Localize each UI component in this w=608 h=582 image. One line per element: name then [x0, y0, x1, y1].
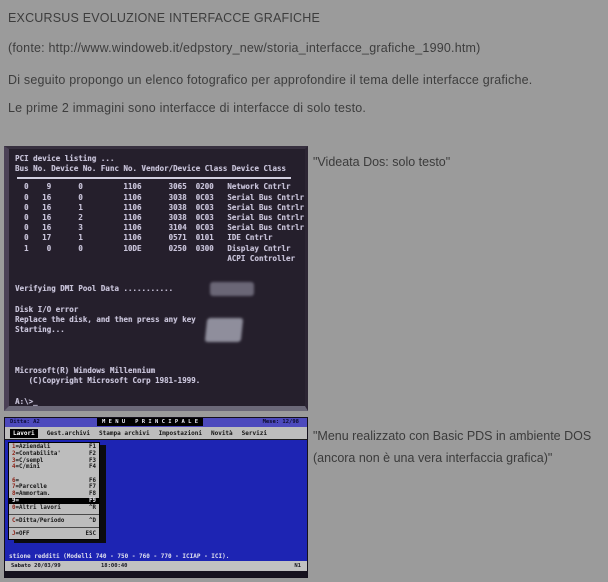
dos-text-line: (C)Copyright Microsoft Corp 1981-1999.: [15, 376, 305, 386]
pci-table-row: 0 16 3 1106 3104 0C03 Serial Bus Cntrlr: [15, 223, 305, 233]
lavori-dropdown-menu: 1=AziendaliF1 2=Contabilita'F2 3=C/sempl…: [8, 442, 100, 540]
dos-text-line: Starting...: [15, 325, 305, 335]
pci-table-row: 0 17 1 1106 0571 0101 IDE Cntrlr: [15, 233, 305, 243]
dropdown-menu-item: 6=F6: [9, 477, 99, 484]
dos-text-line: Verifying DMI Pool Data ...........: [15, 284, 305, 294]
menubar-item: Lavori: [10, 429, 38, 438]
menubar-item: Gest.archivi: [47, 430, 90, 437]
pds-statusbar: Sabato 20/03/99 18:00:40 N1: [5, 561, 307, 571]
dropdown-menu-item: 8=Ammortam.F8: [9, 491, 99, 498]
menubar-item: Impostazioni: [159, 430, 202, 437]
dropdown-menu-item: J=OFFESC: [9, 531, 99, 538]
dropdown-menu-item: 1=AziendaliF1: [9, 444, 99, 451]
status-date: Sabato 20/03/99: [11, 563, 61, 569]
source-line: (fonte: http://www.windoweb.it/edpstory_…: [8, 41, 481, 55]
document-page: EXCURSUS EVOLUZIONE INTERFACCE GRAFICHE …: [0, 0, 608, 582]
pds-blue-screen: 1=AziendaliF1 2=Contabilita'F2 3=C/sempl…: [5, 440, 307, 561]
menubar-item: Stampa archivi: [99, 430, 150, 437]
selected-item-description: stione redditi (Modelli 740 - 750 - 760 …: [9, 553, 229, 560]
pci-table-row: 0 16 1 1106 3038 0C03 Serial Bus Cntrlr: [15, 203, 305, 213]
pci-table-row: 0 9 0 1106 3065 0200 Network Cntrlr: [15, 182, 305, 192]
dropdown-menu-item: 3=C/semplF3: [9, 457, 99, 464]
dos-text-line: Microsoft(R) Windows Millennium: [15, 366, 305, 376]
menu-principale-title: M E N U P R I N C I P A L E: [97, 418, 203, 426]
dos-text-line: [15, 264, 305, 274]
dropdown-menu-item: C=Ditta/Periodo^D: [9, 518, 99, 525]
dropdown-menu-item: 4=C/miniF4: [9, 464, 99, 471]
dos-text-line: [15, 386, 305, 396]
menubar-item: Servizi: [242, 430, 267, 437]
status-indicator: N1: [294, 563, 301, 569]
pci-listing-title: PCI device listing ...: [15, 154, 305, 164]
dos-text-line: [15, 356, 305, 366]
pds-caption-line1: "Menu realizzato con Basic PDS in ambien…: [313, 429, 591, 443]
dropdown-menu-item: 9=F9: [9, 498, 99, 505]
dos-text-line: [15, 274, 305, 284]
pds-menubar: Lavori Gest.archivi Stampa archivi Impos…: [5, 427, 307, 440]
screen-reflection: [205, 318, 244, 342]
dos-text-line: [15, 346, 305, 356]
month-label: Mese: 12/98: [263, 419, 299, 425]
page-title: EXCURSUS EVOLUZIONE INTERFACCE GRAFICHE: [8, 11, 320, 25]
pci-header-divider: [15, 174, 305, 182]
dos-text-line: Disk I/O error: [15, 305, 305, 315]
note-line: Le prime 2 immagini sono interfacce di i…: [8, 101, 366, 115]
company-label: Ditta: A2: [10, 419, 40, 425]
menubar-item: Novità: [211, 430, 233, 437]
screen-bottom-edge: [5, 571, 307, 577]
dos-screenshot-image: PCI device listing ... Bus No. Device No…: [4, 146, 308, 411]
pds-menu-screenshot-image: Ditta: A2 M E N U P R I N C I P A L E Me…: [4, 417, 308, 578]
status-time: 18:00:40: [101, 563, 128, 569]
dropdown-menu-item: 7=ParcelleF7: [9, 484, 99, 491]
pds-titlebar: Ditta: A2 M E N U P R I N C I P A L E Me…: [5, 418, 307, 427]
dos-caption: "Videata Dos: solo testo": [313, 155, 450, 169]
dos-boot-lines: Verifying DMI Pool Data ........... Disk…: [15, 264, 305, 407]
dropdown-menu-item: 2=Contabilita'F2: [9, 451, 99, 458]
dos-screen: PCI device listing ... Bus No. Device No…: [9, 149, 305, 406]
dos-text-line: [15, 295, 305, 305]
dropdown-menu-item: [9, 524, 99, 531]
dos-text-line: [15, 335, 305, 345]
dropdown-menu-item: [9, 511, 99, 518]
screen-reflection: [210, 282, 254, 296]
pci-table-row: 0 16 0 1106 3038 0C03 Serial Bus Cntrlr: [15, 193, 305, 203]
pci-table-row: 1 0 0 10DE 0250 0300 Display Cntrlr: [15, 244, 305, 254]
pci-table-header: Bus No. Device No. Func No. Vendor/Devic…: [15, 164, 305, 174]
pci-table-row: 0 16 2 1106 3038 0C03 Serial Bus Cntrlr: [15, 213, 305, 223]
intro-line: Di seguito propongo un elenco fotografic…: [8, 73, 532, 87]
dropdown-menu-item: [9, 471, 99, 478]
pci-table-row: ACPI Controller: [15, 254, 305, 264]
dos-text-line: A:\>_: [15, 397, 305, 407]
pci-table: 0 9 0 1106 3065 0200 Network Cntrlr 0 16…: [15, 182, 305, 264]
dropdown-menu-item: 0=Altri lavori^R: [9, 504, 99, 511]
dos-text-line: Replace the disk, and then press any key: [15, 315, 305, 325]
pds-caption-line2: (ancora non è una vera interfaccia grafi…: [313, 451, 552, 465]
